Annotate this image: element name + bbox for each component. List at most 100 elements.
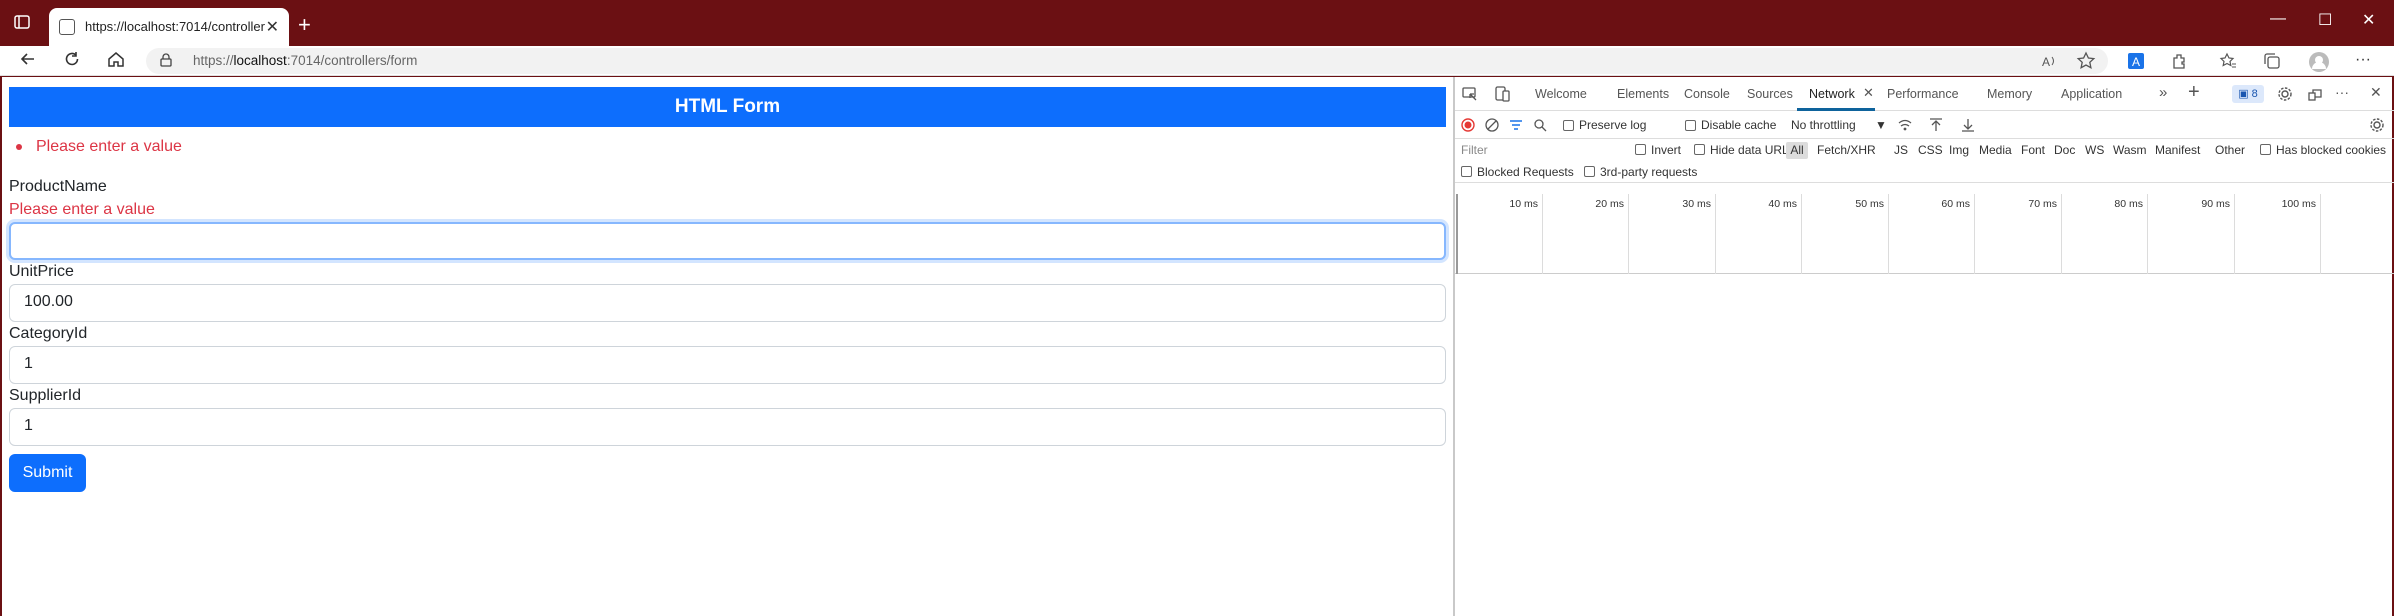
submit-button[interactable]: Submit: [9, 454, 86, 492]
close-devtools-icon[interactable]: ✕: [2370, 84, 2382, 101]
supplierid-input[interactable]: 1: [9, 408, 1446, 446]
network-toolbar: Preserve log Disable cache No throttling…: [1455, 111, 2394, 139]
minimize-button[interactable]: —: [2270, 10, 2286, 28]
tab-memory[interactable]: Memory: [1987, 87, 2032, 101]
tab-welcome[interactable]: Welcome: [1535, 87, 1587, 101]
close-network-tab-icon[interactable]: ✕: [1863, 85, 1874, 101]
read-aloud-icon[interactable]: A: [2040, 51, 2060, 71]
filter-type-manifest[interactable]: Manifest: [2155, 143, 2200, 157]
more-tabs-icon[interactable]: »: [2159, 84, 2167, 101]
hide-data-urls-label: Hide data URLs: [1710, 143, 1795, 157]
back-icon[interactable]: [18, 49, 38, 69]
disable-cache-label: Disable cache: [1701, 118, 1777, 132]
address-bar[interactable]: https://localhost:7014/controllers/form: [146, 48, 2108, 74]
validation-summary: Please enter a value: [16, 138, 182, 156]
timeline-tick-label: 50 ms: [1855, 198, 1884, 210]
network-settings-icon[interactable]: [2369, 117, 2385, 133]
bullet-icon: [16, 143, 22, 150]
invert-checkbox[interactable]: [1635, 144, 1646, 155]
tab-network[interactable]: Network: [1809, 87, 1855, 101]
close-window-button[interactable]: ✕: [2362, 10, 2375, 30]
add-panel-icon[interactable]: +: [2188, 81, 2200, 104]
timeline-tick-label: 60 ms: [1941, 198, 1970, 210]
blocked-requests-checkbox[interactable]: [1461, 166, 1472, 177]
timeline-gridline: [1974, 194, 1975, 274]
unitprice-label: UnitPrice: [9, 263, 74, 280]
productname-label: ProductName: [9, 178, 107, 195]
new-tab-button[interactable]: +: [298, 12, 311, 38]
home-icon[interactable]: [106, 49, 126, 69]
filter-bar: Filter Invert Hide data URLs All Fetch/X…: [1455, 139, 2394, 161]
record-stop-icon[interactable]: [1461, 118, 1475, 132]
timeline-gridline: [2320, 194, 2321, 274]
filter-type-css[interactable]: CSS: [1918, 143, 1943, 157]
filter-type-doc[interactable]: Doc: [2054, 143, 2075, 157]
has-blocked-cookies-checkbox[interactable]: [2260, 144, 2271, 155]
disable-cache-checkbox[interactable]: [1685, 120, 1696, 131]
timeline-gridline: [2147, 194, 2148, 274]
issues-badge[interactable]: ▣ 8: [2232, 85, 2264, 103]
export-har-icon[interactable]: [1961, 117, 1975, 133]
devtools-settings-icon[interactable]: [2277, 86, 2293, 102]
translator-extension-icon[interactable]: A: [2126, 51, 2146, 71]
page-title: HTML Form: [9, 87, 1446, 127]
devtools-panel: Welcome Elements Console Sources Network…: [1453, 77, 2394, 616]
timeline-gridline: [1542, 194, 1543, 274]
throttling-select[interactable]: No throttling ▼: [1791, 118, 1887, 132]
favorites-icon[interactable]: [2218, 51, 2238, 71]
tab-actions-icon[interactable]: [12, 12, 36, 36]
hide-data-urls-checkbox[interactable]: [1694, 144, 1705, 155]
devtools-tabbar: Welcome Elements Console Sources Network…: [1455, 77, 2394, 111]
settings-more-icon[interactable]: ···: [2355, 51, 2375, 71]
filter-icon[interactable]: [1509, 118, 1523, 132]
timeline-gridline: [2061, 194, 2062, 274]
filter-type-media[interactable]: Media: [1979, 143, 2012, 157]
productname-input[interactable]: [9, 222, 1446, 260]
unitprice-input[interactable]: 100.00: [9, 284, 1446, 322]
customize-devtools-icon[interactable]: ···: [2335, 84, 2349, 100]
timeline-tick-label: 10 ms: [1509, 198, 1538, 210]
supplierid-label: SupplierId: [9, 387, 82, 404]
profile-avatar-icon[interactable]: [2308, 51, 2329, 72]
tab-close-icon[interactable]: ✕: [266, 17, 279, 37]
search-icon[interactable]: [1533, 118, 1547, 132]
filter-type-wasm[interactable]: Wasm: [2113, 143, 2147, 157]
extensions-icon[interactable]: [2170, 51, 2190, 71]
browser-titlebar: https://localhost:7014/controllers/form …: [0, 0, 2394, 46]
connection-icon[interactable]: [2307, 86, 2323, 102]
preserve-log-checkbox[interactable]: [1563, 120, 1574, 131]
url-text[interactable]: https://localhost:7014/controllers/form: [193, 53, 417, 68]
refresh-icon[interactable]: [62, 49, 82, 69]
network-timeline-overview[interactable]: 10 ms 20 ms 30 ms 40 ms 50 ms 60 ms 70 ms 80 ms…: [1455, 194, 2394, 274]
categoryid-input[interactable]: 1: [9, 346, 1446, 384]
tab-sources[interactable]: Sources: [1747, 87, 1793, 101]
filter-type-img[interactable]: Img: [1949, 143, 1969, 157]
clear-icon[interactable]: [1485, 118, 1499, 132]
tab-console[interactable]: Console: [1684, 87, 1730, 101]
filter-type-font[interactable]: Font: [2021, 143, 2045, 157]
filter-type-all[interactable]: All: [1786, 142, 1808, 159]
inspect-element-icon[interactable]: [1461, 85, 1479, 103]
tab-performance[interactable]: Performance: [1887, 87, 1959, 101]
favorite-star-icon[interactable]: [2076, 51, 2096, 71]
collections-icon[interactable]: [2262, 51, 2282, 71]
timeline-origin: [1456, 194, 1458, 274]
device-emulation-icon[interactable]: [1493, 85, 1511, 103]
svg-text:A: A: [2042, 55, 2050, 69]
maximize-button[interactable]: ☐: [2318, 10, 2332, 30]
browser-tab[interactable]: https://localhost:7014/controllers/form …: [49, 8, 289, 46]
timeline-gridline: [1628, 194, 1629, 274]
filter-type-js[interactable]: JS: [1894, 143, 1908, 157]
filter-type-fetch-xhr[interactable]: Fetch/XHR: [1817, 143, 1876, 157]
filter-input[interactable]: Filter: [1461, 143, 1621, 159]
import-har-icon[interactable]: [1929, 117, 1943, 133]
tab-application[interactable]: Application: [2061, 87, 2122, 101]
lock-icon[interactable]: [160, 53, 172, 67]
tab-elements[interactable]: Elements: [1617, 87, 1669, 101]
filter-type-ws[interactable]: WS: [2085, 143, 2104, 157]
preserve-log-label: Preserve log: [1579, 118, 1647, 132]
filter-type-other[interactable]: Other: [2215, 143, 2245, 157]
third-party-checkbox[interactable]: [1584, 166, 1595, 177]
network-conditions-icon[interactable]: [1897, 118, 1913, 132]
timeline-gridline: [1715, 194, 1716, 274]
